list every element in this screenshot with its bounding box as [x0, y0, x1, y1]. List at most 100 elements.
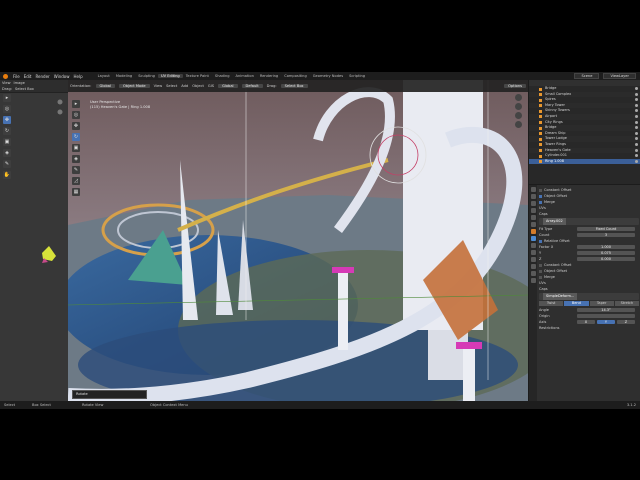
view-layer-tab-icon[interactable] — [530, 208, 536, 213]
origin-field[interactable] — [577, 313, 635, 319]
visibility-eye-icon[interactable] — [635, 142, 638, 146]
tab-uv-editing[interactable]: UV Editing — [157, 74, 183, 78]
tab-geometry-nodes[interactable]: Geometry Nodes — [310, 74, 346, 78]
visibility-eye-icon[interactable] — [635, 98, 638, 102]
orientation-dropdown[interactable]: Global — [95, 84, 115, 88]
cursor-3d-icon[interactable]: ◎ — [3, 105, 11, 113]
axis-z-button[interactable]: Z — [617, 319, 635, 325]
tab-animation[interactable]: Animation — [233, 74, 257, 78]
array-modifier-name[interactable]: Array.002 — [543, 218, 566, 225]
texture-tab-icon[interactable] — [530, 278, 536, 283]
deform-twist-tab[interactable]: Twist — [539, 301, 564, 306]
checkbox-icon[interactable] — [539, 269, 542, 273]
visibility-eye-icon[interactable] — [635, 92, 638, 96]
caps-row[interactable]: Caps — [539, 211, 639, 217]
checkbox-icon[interactable] — [539, 263, 542, 267]
count-field[interactable]: 3 — [577, 232, 635, 238]
last-operator-panel[interactable]: Rotate — [72, 390, 147, 399]
tab-modeling[interactable]: Modeling — [113, 74, 135, 78]
uv-view-controls[interactable] — [56, 98, 64, 124]
deform-taper-tab[interactable]: Taper — [589, 301, 614, 306]
restrictions-row[interactable]: Restrictions — [539, 325, 639, 331]
visibility-eye-icon[interactable] — [635, 148, 638, 152]
visibility-eye-icon[interactable] — [635, 87, 638, 90]
tool-tab-icon[interactable] — [530, 187, 536, 192]
factor-x-field[interactable]: 1.000 — [577, 244, 635, 250]
array-modifier-header[interactable]: Array.002 — [539, 218, 639, 225]
physics-tab-icon[interactable] — [530, 250, 536, 255]
blender-logo-icon[interactable] — [3, 73, 8, 79]
transform-tool-icon[interactable]: ◈ — [72, 155, 80, 163]
deform-stretch-tab[interactable]: Stretch — [614, 301, 639, 306]
modifier-tab-icon[interactable] — [530, 236, 536, 241]
annotate-tool-icon[interactable]: ✎ — [3, 160, 11, 168]
deform-bend-tab[interactable]: Bend — [564, 301, 589, 306]
scene-tab-icon[interactable] — [530, 215, 536, 220]
pan-icon[interactable] — [515, 103, 522, 110]
object-tab-icon[interactable] — [530, 229, 536, 234]
checkbox-icon[interactable] — [539, 188, 542, 192]
default-dropdown[interactable]: Default — [241, 84, 263, 88]
fit-type-dropdown[interactable]: Fixed Count — [577, 226, 635, 232]
axis-y-button[interactable]: Y — [597, 319, 615, 325]
tab-layout[interactable]: Layout — [95, 74, 113, 78]
menu-edit[interactable]: Edit — [22, 74, 34, 79]
uv-select-box-dropdown[interactable]: Select Box — [15, 87, 34, 91]
factor-z-field[interactable]: 0.000 — [577, 256, 635, 262]
rotate-tool-icon[interactable]: ↻ — [3, 127, 11, 135]
rotate-tool-icon[interactable]: ↻ — [72, 133, 80, 141]
vp-menu-add[interactable]: Add — [181, 84, 188, 88]
measure-tool-icon[interactable]: ◿ — [72, 177, 80, 185]
view-layer-selector[interactable]: ViewLayer — [603, 73, 636, 79]
select-tool-icon[interactable]: ▸ — [72, 100, 80, 108]
menu-file[interactable]: File — [11, 74, 22, 79]
menu-help[interactable]: Help — [71, 74, 84, 79]
uv-menu-image[interactable]: Image — [14, 81, 25, 85]
checkbox-icon[interactable] — [539, 194, 542, 198]
vp-menu-object[interactable]: Object — [192, 84, 204, 88]
options-dropdown[interactable]: Options — [504, 84, 526, 88]
checkbox-icon[interactable] — [539, 275, 542, 279]
tab-sculpting[interactable]: Sculpting — [135, 74, 158, 78]
outliner-item[interactable]: Ring 1.008 — [529, 158, 640, 165]
3d-viewport[interactable]: Orientation: Global Object Mode View Sel… — [68, 80, 528, 401]
menu-render[interactable]: Render — [33, 74, 51, 79]
cursor-3d-icon[interactable]: ◎ — [72, 111, 80, 119]
data-tab-icon[interactable] — [530, 264, 536, 269]
visibility-eye-icon[interactable] — [635, 120, 638, 124]
scene-selector[interactable]: Scene — [574, 73, 600, 79]
move-tool-icon[interactable]: ✥ — [3, 116, 11, 124]
vp-menu-gis[interactable]: GIS — [208, 84, 214, 88]
material-tab-icon[interactable] — [530, 271, 536, 276]
output-tab-icon[interactable] — [530, 201, 536, 206]
visibility-eye-icon[interactable] — [635, 137, 638, 141]
transform-tool-icon[interactable]: ◈ — [3, 149, 11, 157]
factor-y-field[interactable]: 0.075 — [577, 250, 635, 256]
caps-row-2[interactable]: Caps — [539, 286, 639, 292]
visibility-eye-icon[interactable] — [635, 159, 638, 163]
ortho-toggle-icon[interactable] — [515, 121, 522, 128]
world-tab-icon[interactable] — [530, 222, 536, 227]
render-tab-icon[interactable] — [530, 194, 536, 199]
checkbox-icon[interactable] — [539, 239, 542, 243]
visibility-eye-icon[interactable] — [635, 154, 638, 158]
visibility-eye-icon[interactable] — [635, 114, 638, 118]
annotate-tool-icon[interactable]: ✎ — [72, 166, 80, 174]
cursor-tool-icon[interactable]: ▸ — [3, 94, 11, 102]
tab-compositing[interactable]: Compositing — [281, 74, 310, 78]
angle-field[interactable]: 14.3° — [577, 307, 635, 313]
menu-window[interactable]: Window — [52, 74, 72, 79]
visibility-eye-icon[interactable] — [635, 126, 638, 130]
simple-deform-name[interactable]: SimpleDeform... — [543, 293, 578, 300]
axis-x-button[interactable]: X — [577, 319, 595, 325]
tab-scripting[interactable]: Scripting — [346, 74, 368, 78]
move-tool-icon[interactable]: ✥ — [72, 122, 80, 130]
add-cube-icon[interactable]: ▦ — [72, 188, 80, 196]
vp-menu-view[interactable]: View — [154, 84, 163, 88]
tab-rendering[interactable]: Rendering — [257, 74, 281, 78]
constraints-tab-icon[interactable] — [530, 257, 536, 262]
zoom-icon[interactable] — [515, 94, 522, 101]
tab-texture-paint[interactable]: Texture Paint — [183, 74, 212, 78]
camera-view-icon[interactable] — [515, 112, 522, 119]
particles-tab-icon[interactable] — [530, 243, 536, 248]
